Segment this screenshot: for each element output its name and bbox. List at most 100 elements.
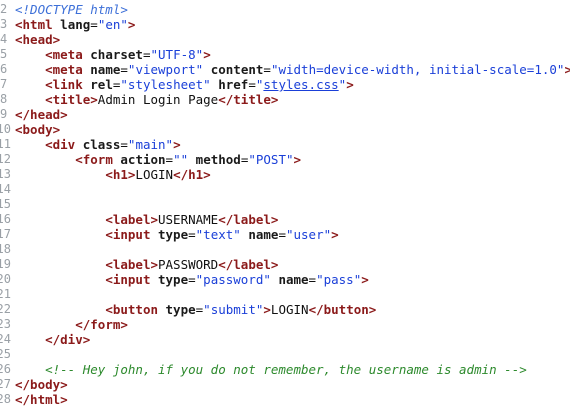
code-token-attr: class <box>82 137 121 152</box>
code-text: <!DOCTYPE html> <box>15 2 128 17</box>
code-line[interactable]: 14 <box>0 182 570 197</box>
code-token-attr: lang <box>60 17 91 32</box>
line-number: 19 <box>0 257 11 271</box>
line-number: 24 <box>0 332 11 346</box>
code-text: <html lang="en"> <box>15 17 135 32</box>
line-number: 8 <box>0 92 8 106</box>
line-number: 15 <box>0 197 11 211</box>
code-token-tag: <label> <box>105 212 158 227</box>
code-line[interactable]: 13 <h1>LOGIN</h1> <box>0 167 570 182</box>
code-line[interactable]: 7 <link rel="stylesheet" href="styles.cs… <box>0 77 570 92</box>
code-line[interactable]: 11 <div class="main"> <box>0 137 570 152</box>
code-token-tag: > <box>361 272 369 287</box>
code-line[interactable]: 15 <box>0 197 570 212</box>
code-token-tag: <h1> <box>105 167 136 182</box>
code-token-txt: = <box>120 137 128 152</box>
code-token-tag: </head> <box>15 107 68 122</box>
code-line[interactable]: 24 </div> <box>0 332 570 347</box>
code-line[interactable]: 16 <label>USERNAME</label> <box>0 212 570 227</box>
code-token-tag: > <box>173 137 181 152</box>
code-line[interactable]: 10 <body> <box>0 122 570 137</box>
code-token-attr: type <box>158 227 189 242</box>
code-token-txt: = <box>90 17 98 32</box>
code-token-attr: charset <box>90 47 143 62</box>
code-line[interactable]: 3 <html lang="en"> <box>0 17 570 32</box>
code-text: <!-- Hey john, if you do not remember, t… <box>15 362 527 377</box>
code-token-tag: <button <box>105 302 158 317</box>
code-token-doctype: <!DOCTYPE html> <box>15 2 128 17</box>
code-editor[interactable]: 2 <!DOCTYPE html> 3 <html lang="en"> 4 <head>… <box>0 0 570 412</box>
code-text: <title>Admin Login Page</title> <box>15 92 278 107</box>
line-number: 14 <box>0 182 11 196</box>
code-token-val: "submit" <box>203 302 264 317</box>
code-token-txt: = <box>165 152 174 167</box>
code-token-tag: <meta <box>45 62 83 77</box>
code-line[interactable]: 27 </body> <box>0 377 570 392</box>
code-line[interactable]: 9 </head> <box>0 107 570 122</box>
code-token-tag: </div> <box>45 332 91 347</box>
code-line[interactable]: 23 </form> <box>0 317 570 332</box>
code-token-txt: = <box>120 62 128 77</box>
line-number: 16 <box>0 212 11 226</box>
code-token-attr: type <box>158 272 189 287</box>
line-number: 26 <box>0 362 11 376</box>
code-line[interactable]: 22 <button type="submit">LOGIN</button> <box>0 302 570 317</box>
code-line[interactable]: 18 <box>0 242 570 257</box>
code-line[interactable]: 25 <box>0 347 570 362</box>
line-number: 21 <box>0 287 11 301</box>
code-token-txt: USERNAME <box>158 212 219 227</box>
code-token-link: styles.css <box>263 77 339 92</box>
code-line[interactable]: 20 <input type="password" name="pass"> <box>0 272 570 287</box>
code-token-attr: type <box>165 302 196 317</box>
code-line[interactable]: 8 <title>Admin Login Page</title> <box>0 92 570 107</box>
code-line[interactable]: 19 <label>PASSWORD</label> <box>0 257 570 272</box>
code-line[interactable]: 21 <box>0 287 570 302</box>
code-line[interactable]: 26 <!-- Hey john, if you do not remember… <box>0 362 570 377</box>
code-line[interactable]: 28 </html> <box>0 392 570 407</box>
code-text: <link rel="stylesheet" href="styles.css"… <box>15 77 354 92</box>
code-line[interactable]: 12 <form action="" method="POST"> <box>0 152 570 167</box>
line-number: 23 <box>0 317 11 331</box>
code-token-tag: <input <box>105 227 151 242</box>
code-line[interactable]: 5 <meta charset="UTF-8"> <box>0 47 570 62</box>
code-token-attr: content <box>210 62 264 77</box>
code-token-tag: </title> <box>218 92 279 107</box>
code-text: <form action="" method="POST"> <box>15 152 301 167</box>
code-token-txt: = <box>188 272 196 287</box>
code-text: <meta charset="UTF-8"> <box>15 47 211 62</box>
code-token-tag: </h1> <box>173 167 211 182</box>
code-token-val: "POST" <box>248 152 294 167</box>
code-line[interactable]: 6 <meta name="viewport" content="width=d… <box>0 62 570 77</box>
code-token-tag: > <box>331 227 339 242</box>
code-token-tag: </form> <box>75 317 128 332</box>
line-number: 5 <box>0 47 8 61</box>
code-token-val: "main" <box>127 137 174 152</box>
code-text: <meta name="viewport" content="width=dev… <box>15 62 570 77</box>
code-token-txt: = <box>142 47 151 62</box>
code-token-tag: </body> <box>15 377 68 392</box>
line-number: 6 <box>0 62 8 76</box>
code-line[interactable]: 2 <!DOCTYPE html> <box>0 2 570 17</box>
code-line[interactable]: 4 <head> <box>0 32 570 47</box>
code-text: <input type="text" name="user"> <box>15 227 339 242</box>
line-number: 20 <box>0 272 11 286</box>
code-token-tag: > <box>564 62 570 77</box>
code-token-attr: name <box>278 272 309 287</box>
code-token-txt: = <box>278 227 286 242</box>
code-line[interactable]: 17 <input type="text" name="user"> <box>0 227 570 242</box>
